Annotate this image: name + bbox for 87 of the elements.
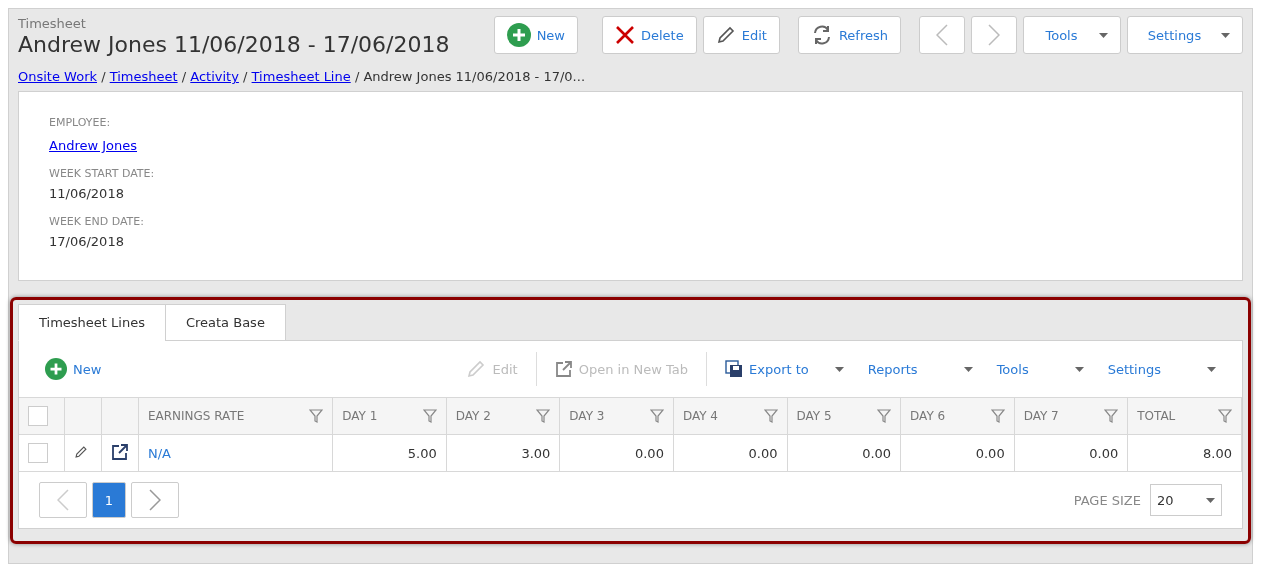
breadcrumb-link[interactable]: Timesheet Line — [251, 69, 351, 84]
previous-button[interactable] — [919, 16, 965, 54]
breadcrumb-separator: / — [101, 69, 106, 84]
filter-icon — [990, 409, 1005, 423]
column-header: DAY 6 — [910, 409, 946, 423]
external-link-icon — [110, 442, 129, 461]
dropdown-button[interactable]: Tools — [1023, 16, 1121, 54]
table-cell: 0.00 — [673, 434, 787, 472]
filter-icon — [1218, 409, 1232, 423]
page-size-select[interactable]: 20 — [1150, 484, 1222, 516]
column-header: DAY 7 — [1023, 409, 1059, 423]
breadcrumb-link[interactable]: Timesheet — [109, 69, 178, 84]
column-header: DAY 3 — [569, 409, 605, 423]
chevron-left-icon — [936, 24, 948, 46]
caret-icon — [963, 366, 973, 372]
delete-button[interactable]: Delete — [602, 16, 697, 54]
field-value: 17/06/2018 — [49, 234, 125, 249]
filter-icon — [877, 409, 892, 423]
menu-button[interactable]: Export to — [713, 360, 856, 378]
field-link[interactable]: Andrew Jones — [49, 138, 137, 153]
edit-button[interactable]: Edit — [702, 16, 780, 54]
column-header: DAY 4 — [682, 409, 718, 423]
filter-icon — [422, 409, 437, 423]
previous-page-button[interactable] — [39, 482, 87, 518]
checkbox[interactable] — [28, 443, 48, 463]
menu-button[interactable]: Tools — [984, 361, 1096, 377]
chevron-right-icon — [149, 489, 161, 511]
tab[interactable]: Timesheet Lines — [18, 304, 166, 341]
caret-icon — [1074, 366, 1084, 372]
plus-icon — [45, 358, 67, 380]
new-button[interactable]: New — [493, 16, 578, 54]
column-header: DAY 5 — [796, 409, 832, 423]
page-size-label: PAGE SIZE — [1073, 492, 1141, 508]
breadcrumb-link[interactable]: Onsite Work — [18, 69, 97, 84]
menu-button[interactable]: Settings — [1095, 361, 1228, 377]
column-header: DAY 1 — [342, 409, 378, 423]
pencil-icon — [73, 444, 88, 459]
caret-icon — [1207, 366, 1216, 372]
pencil-icon — [466, 359, 487, 379]
caret-icon — [1221, 32, 1230, 38]
breadcrumb-link[interactable]: Activity — [190, 69, 239, 84]
chevron-left-icon — [57, 489, 69, 511]
filter-icon — [763, 409, 778, 423]
table-cell: 5.00 — [332, 434, 447, 472]
filter-icon — [1104, 409, 1119, 423]
table-cell: 8.00 — [1127, 434, 1242, 472]
column-header: EARNINGS RATE — [147, 409, 245, 423]
filter-icon — [649, 409, 664, 423]
table-cell: 0.00 — [787, 434, 901, 472]
breadcrumb-current: Andrew Jones 11/06/2018 - 17/0... — [363, 69, 585, 84]
caret-icon — [1099, 32, 1108, 38]
next-page-button[interactable] — [131, 482, 179, 518]
caret-icon — [1206, 497, 1215, 503]
pencil-icon — [715, 25, 736, 45]
filter-icon — [536, 409, 551, 423]
page-subtitle: Timesheet — [18, 16, 87, 31]
table-cell: 0.00 — [900, 434, 1015, 472]
page-title: Andrew Jones 11/06/2018 - 17/06/2018 — [18, 32, 451, 57]
caret-icon — [834, 366, 844, 372]
external-link-icon — [554, 360, 573, 378]
tab[interactable]: Creata Base — [164, 304, 286, 341]
table-cell: 0.00 — [559, 434, 674, 472]
chevron-right-icon — [988, 24, 1000, 46]
refresh-button[interactable]: Refresh — [797, 16, 901, 54]
field-label: EMPLOYEE: — [49, 116, 112, 129]
column-header: DAY 2 — [455, 409, 491, 423]
table-cell: 0.00 — [1014, 434, 1128, 472]
page-button[interactable]: 1 — [92, 482, 126, 518]
page-size-value: 20 — [1157, 492, 1174, 508]
field-label: WEEK END DATE: — [49, 215, 145, 228]
breadcrumb-separator: / — [354, 69, 360, 84]
table-cell: 3.00 — [446, 434, 560, 472]
breadcrumb-separator: / — [181, 69, 187, 84]
field-label: WEEK START DATE: — [49, 167, 156, 180]
field-value: 11/06/2018 — [49, 186, 125, 201]
next-button[interactable] — [971, 16, 1017, 54]
dropdown-button[interactable]: Settings — [1127, 16, 1243, 54]
export-icon — [725, 360, 743, 378]
filter-icon — [309, 409, 324, 423]
column-header: TOTAL — [1137, 409, 1176, 423]
new-button[interactable]: New — [33, 358, 114, 380]
close-icon — [615, 25, 635, 45]
table-cell: N/A — [138, 434, 333, 472]
breadcrumb-separator: / — [243, 69, 248, 84]
checkbox[interactable] — [28, 406, 48, 426]
plus-icon — [506, 23, 531, 47]
menu-button[interactable]: Reports — [855, 361, 985, 377]
